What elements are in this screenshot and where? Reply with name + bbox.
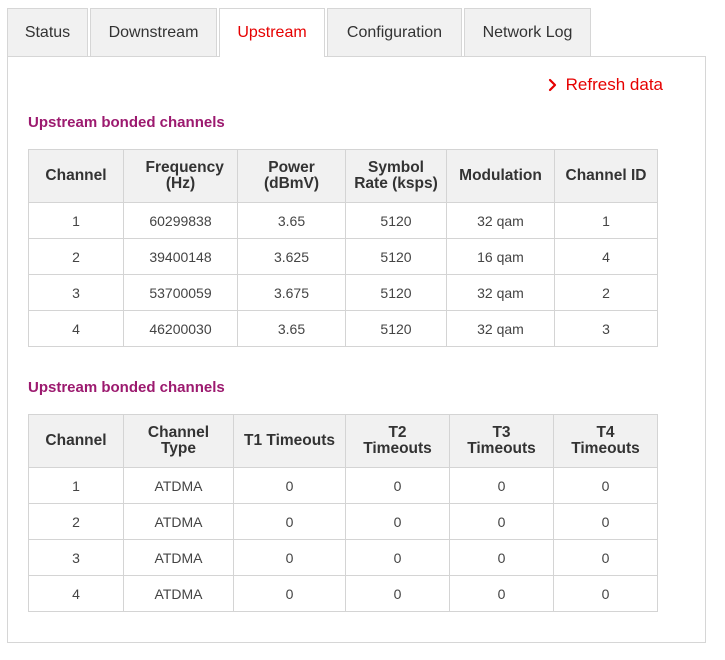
tab-upstream[interactable]: Upstream — [219, 8, 325, 57]
table-cell: 5120 — [345, 238, 447, 275]
column-header: Channel Type — [123, 414, 234, 468]
table-cell: 32 qam — [446, 310, 555, 347]
column-header: T4 Timeouts — [553, 414, 658, 468]
table-cell: 0 — [233, 539, 346, 576]
table-cell: 0 — [345, 467, 450, 504]
table-cell: 0 — [233, 467, 346, 504]
upstream-panel: Refresh data Upstream bonded channels Ch… — [7, 56, 706, 643]
section-title-channels: Upstream bonded channels — [28, 114, 225, 131]
table-row: 1 60299838 3.65 5120 32 qam 1 — [28, 202, 658, 239]
table-cell: 0 — [345, 503, 450, 540]
table-cell: 3 — [28, 274, 124, 311]
table-cell: 3 — [28, 539, 124, 576]
table-cell: 53700059 — [123, 274, 238, 311]
table-cell: 0 — [345, 575, 450, 612]
column-header-label: T3 Timeouts — [467, 424, 536, 457]
table-cell: 0 — [449, 575, 554, 612]
table-cell: 0 — [449, 503, 554, 540]
column-header-label: Symbol Rate (ksps) — [354, 159, 438, 192]
section-title-timeouts: Upstream bonded channels — [28, 379, 225, 396]
table-cell: 0 — [553, 503, 658, 540]
column-header: Symbol Rate (ksps) — [345, 149, 447, 203]
table-cell: 3.625 — [237, 238, 346, 275]
table-cell: 5120 — [345, 202, 447, 239]
table-cell: 0 — [449, 467, 554, 504]
table-row: 3 53700059 3.675 5120 32 qam 2 — [28, 274, 658, 311]
table-row: 4 ATDMA 0 0 0 0 — [28, 575, 658, 612]
table-cell: 4 — [28, 575, 124, 612]
table-header-row: Channel Frequency (Hz) Power (dBmV) Symb… — [28, 149, 658, 203]
table-cell: 3.65 — [237, 202, 346, 239]
table-cell: 60299838 — [123, 202, 238, 239]
column-header: Modulation — [446, 149, 555, 203]
column-header: T2 Timeouts — [345, 414, 450, 468]
table-cell: 0 — [553, 467, 658, 504]
column-header-label: Channel Type — [147, 424, 210, 457]
table-row: 1 ATDMA 0 0 0 0 — [28, 467, 658, 504]
table-cell: ATDMA — [123, 503, 234, 540]
tab-downstream[interactable]: Downstream — [90, 8, 217, 56]
table-cell: 0 — [449, 539, 554, 576]
tab-status[interactable]: Status — [7, 8, 88, 56]
tab-configuration[interactable]: Configuration — [327, 8, 462, 56]
table-cell: 46200030 — [123, 310, 238, 347]
column-header-label: T4 Timeouts — [571, 424, 640, 457]
table-cell: 1 — [28, 202, 124, 239]
column-header: Channel — [28, 149, 124, 203]
table-cell: ATDMA — [123, 539, 234, 576]
table-cell: 3.65 — [237, 310, 346, 347]
table-row: 2 ATDMA 0 0 0 0 — [28, 503, 658, 540]
table-cell: 1 — [28, 467, 124, 504]
table-cell: ATDMA — [123, 575, 234, 612]
tab-bar: Status Downstream Upstream Configuration… — [7, 8, 593, 57]
table-cell: 5120 — [345, 274, 447, 311]
table-row: 2 39400148 3.625 5120 16 qam 4 — [28, 238, 658, 275]
table-row: 4 46200030 3.65 5120 32 qam 3 — [28, 310, 658, 347]
upstream-channels-table: Channel Frequency (Hz) Power (dBmV) Symb… — [28, 149, 658, 347]
table-cell: 32 qam — [446, 274, 555, 311]
refresh-data-link[interactable]: Refresh data — [546, 75, 663, 95]
column-header-label: Frequency (Hz) — [145, 159, 224, 192]
table-cell: 0 — [233, 575, 346, 612]
column-header: T1 Timeouts — [233, 414, 346, 468]
table-cell: 2 — [554, 274, 658, 311]
table-cell: 5120 — [345, 310, 447, 347]
column-header: Channel — [28, 414, 124, 468]
table-cell: 1 — [554, 202, 658, 239]
table-cell: ATDMA — [123, 467, 234, 504]
upstream-timeouts-table: Channel Channel Type T1 Timeouts T2 Time… — [28, 414, 658, 612]
table-cell: 2 — [28, 503, 124, 540]
tab-network-log[interactable]: Network Log — [464, 8, 591, 56]
column-header: Frequency (Hz) — [123, 149, 238, 203]
column-header: T3 Timeouts — [449, 414, 554, 468]
table-cell: 39400148 — [123, 238, 238, 275]
refresh-data-label: Refresh data — [565, 75, 663, 94]
table-cell: 4 — [554, 238, 658, 275]
column-header: Power (dBmV) — [237, 149, 346, 203]
table-cell: 32 qam — [446, 202, 555, 239]
table-cell: 3 — [554, 310, 658, 347]
table-cell: 2 — [28, 238, 124, 275]
table-header-row: Channel Channel Type T1 Timeouts T2 Time… — [28, 414, 658, 468]
table-cell: 0 — [553, 539, 658, 576]
column-header: Channel ID — [554, 149, 658, 203]
chevron-right-icon — [548, 78, 556, 92]
table-cell: 0 — [345, 539, 450, 576]
table-cell: 0 — [233, 503, 346, 540]
table-row: 3 ATDMA 0 0 0 0 — [28, 539, 658, 576]
table-cell: 0 — [553, 575, 658, 612]
column-header-label: Power (dBmV) — [263, 159, 320, 192]
table-cell: 4 — [28, 310, 124, 347]
table-cell: 3.675 — [237, 274, 346, 311]
table-cell: 16 qam — [446, 238, 555, 275]
column-header-label: T2 Timeouts — [363, 424, 432, 457]
